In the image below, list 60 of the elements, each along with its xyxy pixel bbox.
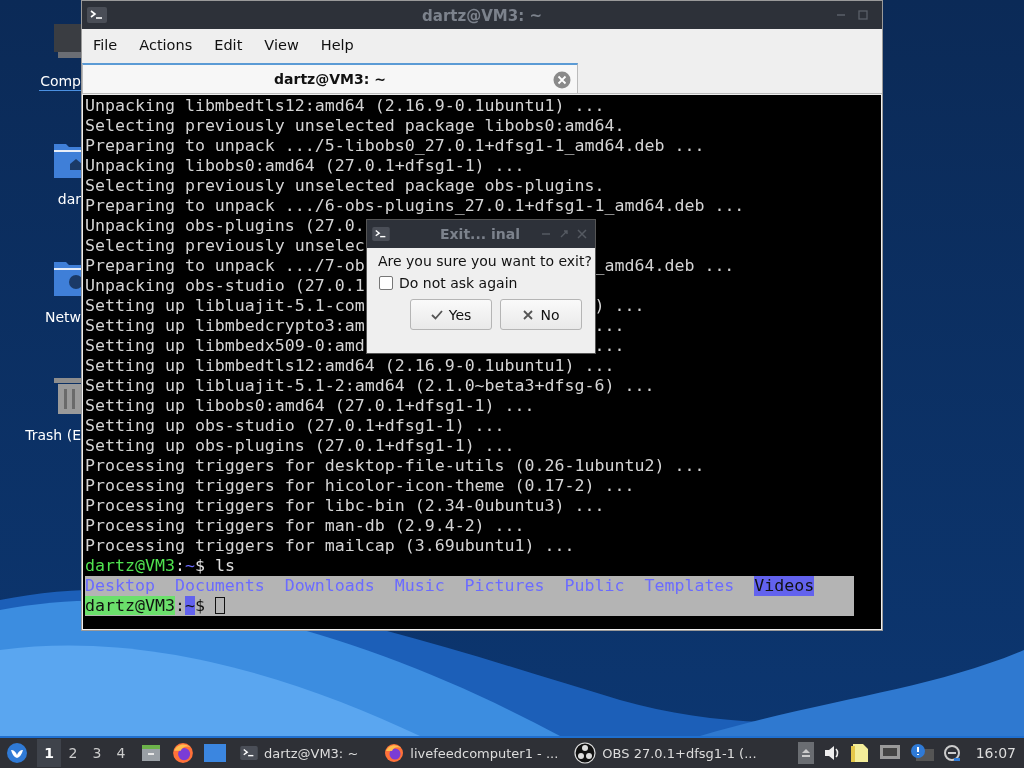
- terminal-line: Setting up libmbedtls12:amd64 (2.16.9-0.1ubuntu1) ...: [85, 356, 615, 376]
- directory-entry: Public: [564, 576, 625, 596]
- checkbox-label[interactable]: Do not ask again: [399, 275, 518, 291]
- terminal-line: ) ...: [594, 296, 645, 316]
- terminal-line: ...: [594, 336, 625, 356]
- terminal-line: Unpacking libobs0:amd64 (27.0.1+dfsg1-1) ...: [85, 156, 525, 176]
- icon-label[interactable]: Netw: [43, 308, 82, 326]
- terminal-line: Setting up libmbedx509-0:amd: [85, 336, 365, 356]
- directory-entry: Music: [394, 576, 445, 596]
- terminal-line: Selecting previously unselected package libobs0:amd64.: [85, 116, 625, 136]
- terminal-line: _amd64.deb ...: [594, 256, 735, 276]
- terminal-line: Processing triggers for libc-bin (2.34-0ubuntu3) ...: [85, 496, 605, 516]
- taskbar-button[interactable]: livefeedcomputer1 - ...: [378, 739, 565, 767]
- terminal-line: Selecting previously unselected package obs-plugins.: [85, 176, 605, 196]
- terminal-line: Setting up libobs0:amd64 (27.0.1+dfsg1-1) ...: [85, 396, 535, 416]
- taskbar-button[interactable]: dartz@VM3: ~: [234, 739, 365, 767]
- clock[interactable]: 16:07: [975, 745, 1016, 761]
- icon-label[interactable]: dar: [56, 190, 82, 208]
- workspace-button[interactable]: 3: [85, 739, 109, 767]
- taskbar-button[interactable]: OBS 27.0.1+dfsg1-1 (...: [568, 739, 763, 767]
- menu-item[interactable]: Help: [313, 37, 363, 53]
- menu-item[interactable]: Actions: [132, 37, 202, 53]
- terminal-line: Selecting previously unselec: [85, 236, 365, 256]
- terminal-line: Unpacking libmbedtls12:amd64 (2.16.9-0.1ubuntu1) ...: [85, 96, 605, 116]
- terminal-line: Unpacking obs-plugins (27.0.: [85, 216, 365, 236]
- workspace-button[interactable]: 4: [109, 739, 133, 767]
- directory-entry: Desktop: [85, 576, 155, 596]
- workspace-button[interactable]: 2: [61, 739, 85, 767]
- terminal-line: Setting up libluajit-5.1-2:amd64 (2.1.0~beta3+dfsg-6) ...: [85, 376, 655, 396]
- terminal-line: Processing triggers for man-db (2.9.4-2) ...: [85, 516, 525, 536]
- tab[interactable]: dartz@VM3: ~: [82, 63, 578, 93]
- prompt-line: dartz@VM3:~$: [85, 596, 205, 616]
- window-title: dartz@VM3: ~: [422, 6, 542, 25]
- terminal-line: Processing triggers for mailcap (3.69ubuntu1) ...: [85, 536, 575, 556]
- terminal-line: Preparing to unpack .../7-ob: [85, 256, 365, 276]
- terminal-line: Processing triggers for hicolor-icon-theme (0.17-2) ...: [85, 476, 635, 496]
- terminal-line: Unpacking obs-studio (27.0.1: [85, 276, 365, 296]
- terminal-line: Setting up libluajit-5.1-com: [85, 296, 365, 316]
- terminal-line: Setting up obs-plugins (27.0.1+dfsg1-1) ...: [85, 436, 515, 456]
- icon-label[interactable]: Trash (E: [24, 426, 82, 444]
- menu-item[interactable]: File: [86, 37, 127, 53]
- yes-button[interactable]: Yes: [410, 299, 492, 330]
- terminal-line: Setting up obs-studio (27.0.1+dfsg1-1) ...: [85, 416, 505, 436]
- directory-entry: Pictures: [464, 576, 545, 596]
- terminal-line: ...: [594, 316, 625, 336]
- terminal-line: Setting up libmbedcrypto3:am: [85, 316, 365, 336]
- terminal-line: Preparing to unpack .../6-obs-plugins_27.0.1+dfsg1-1_amd64.deb ...: [85, 196, 745, 216]
- terminal-line: Processing triggers for desktop-file-utils (0.26-1ubuntu2) ...: [85, 456, 705, 476]
- dialog-title: Exit... inal: [440, 226, 520, 242]
- no-button[interactable]: No: [500, 299, 582, 330]
- workspace-button[interactable]: 1: [37, 739, 61, 767]
- menu-item[interactable]: View: [257, 37, 308, 53]
- terminal-line: Preparing to unpack .../5-libobs0_27.0.1+dfsg1-1_amd64.deb ...: [85, 136, 705, 156]
- directory-entry: Downloads: [284, 576, 375, 596]
- dialog-message: Are you sure you want to exit?: [378, 253, 593, 269]
- menu-item[interactable]: Edit: [207, 37, 252, 53]
- prompt-line: dartz@VM3:~$ ls: [85, 556, 235, 576]
- directory-entry: Documents: [174, 576, 265, 596]
- directory-entry: Templates: [644, 576, 735, 596]
- directory-entry: Videos: [754, 576, 815, 596]
